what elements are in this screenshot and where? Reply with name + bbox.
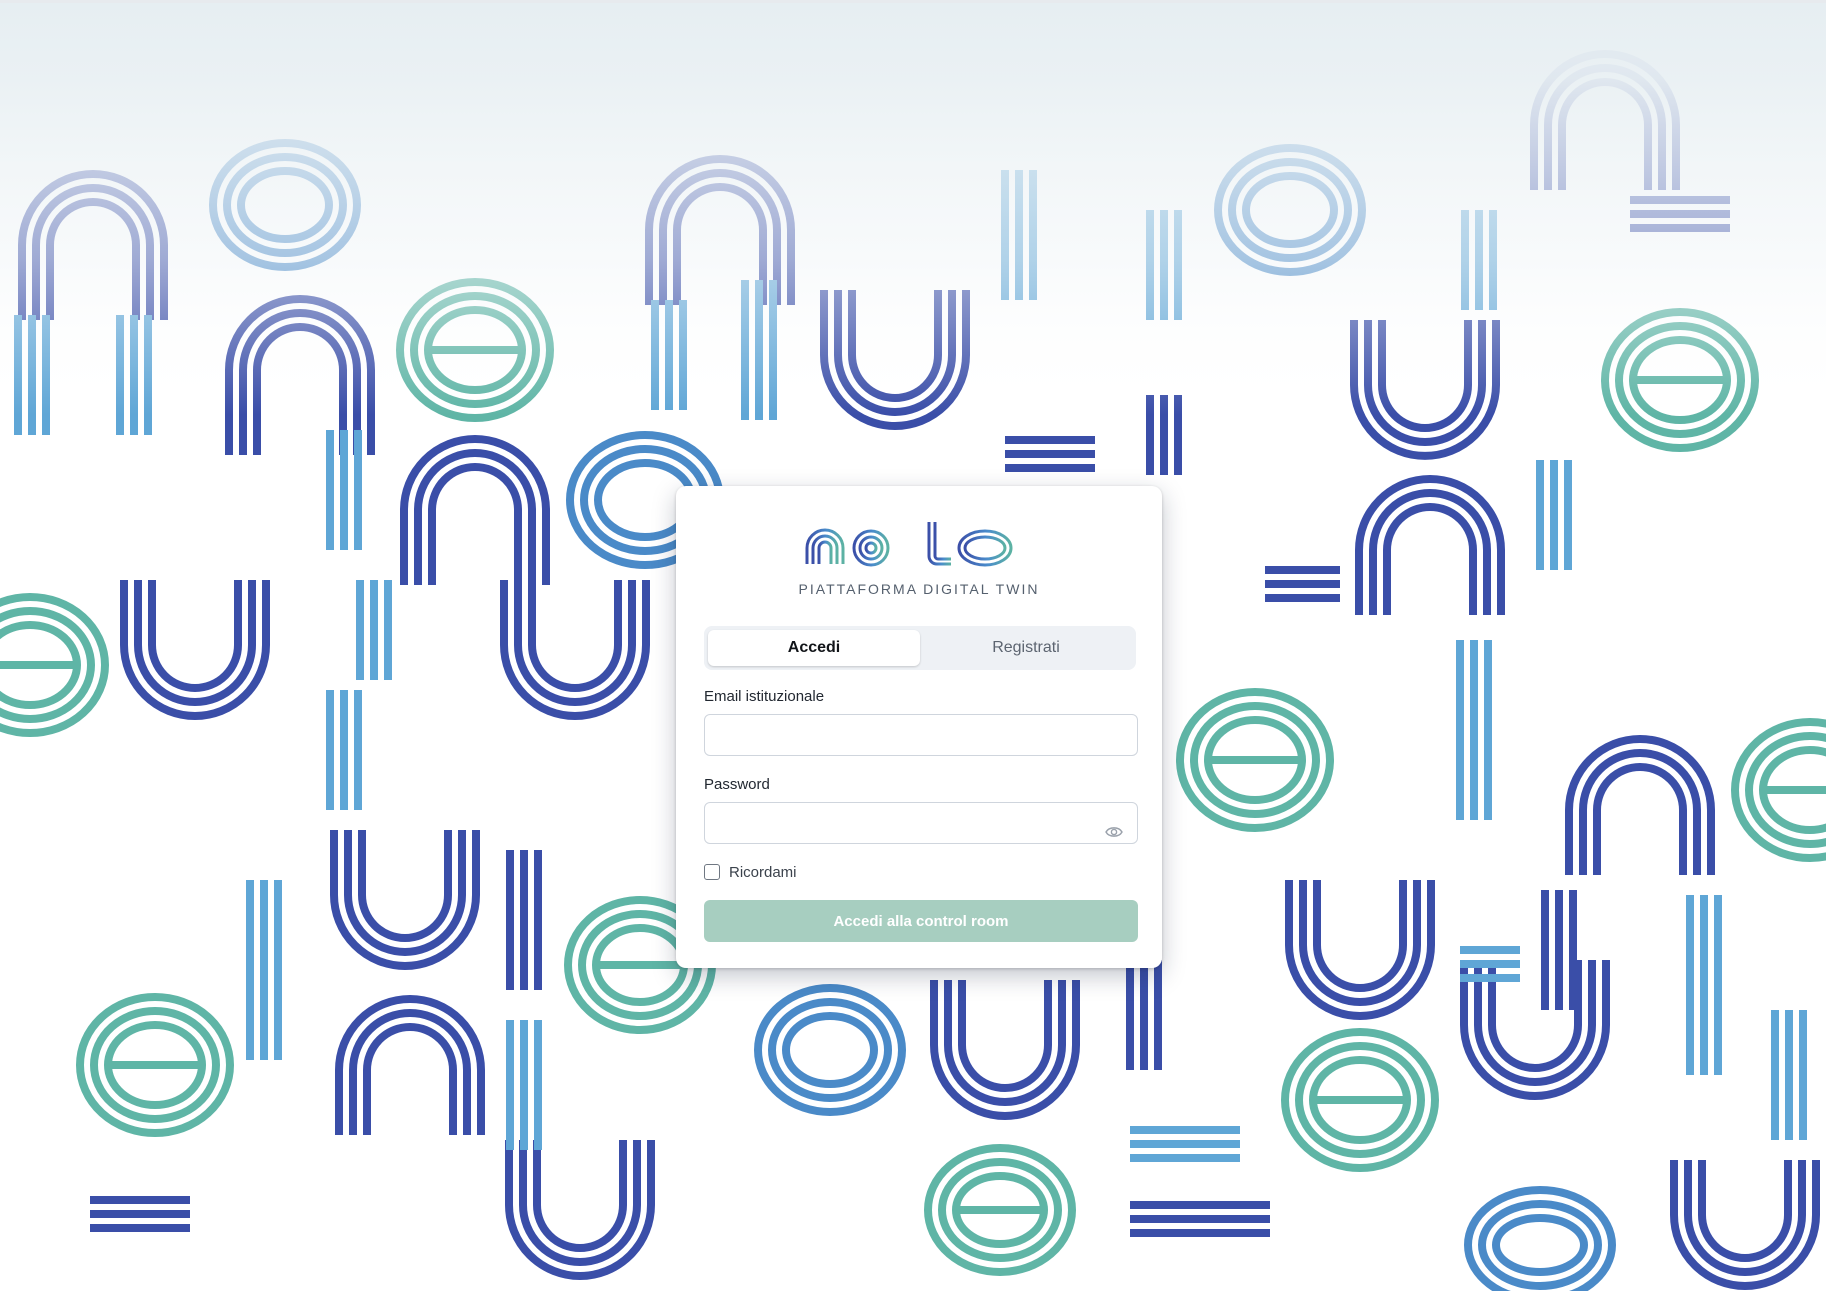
remember-row: Ricordami <box>704 862 797 882</box>
tab-register[interactable]: Registrati <box>920 630 1132 666</box>
login-submit-button[interactable]: Accedi alla control room <box>704 900 1138 942</box>
remember-label: Ricordami <box>729 863 797 881</box>
email-field[interactable] <box>704 714 1138 756</box>
top-border <box>0 0 1826 3</box>
tab-login[interactable]: Accedi <box>708 630 920 666</box>
auth-tabs: Accedi Registrati <box>704 626 1136 670</box>
remember-checkbox[interactable] <box>704 864 720 880</box>
brand-logo <box>676 508 1162 572</box>
password-field[interactable] <box>704 802 1138 844</box>
bottom-edge <box>0 1291 1826 1297</box>
email-label: Email istituzionale <box>704 688 825 705</box>
eye-icon[interactable] <box>1104 822 1124 842</box>
platform-subtitle: PIATTAFORMA DIGITAL TWIN <box>798 581 1040 597</box>
login-card: PIATTAFORMA DIGITAL TWIN Accedi Registra… <box>676 486 1162 968</box>
password-label: Password <box>704 776 770 793</box>
incite-logo <box>783 522 1013 567</box>
